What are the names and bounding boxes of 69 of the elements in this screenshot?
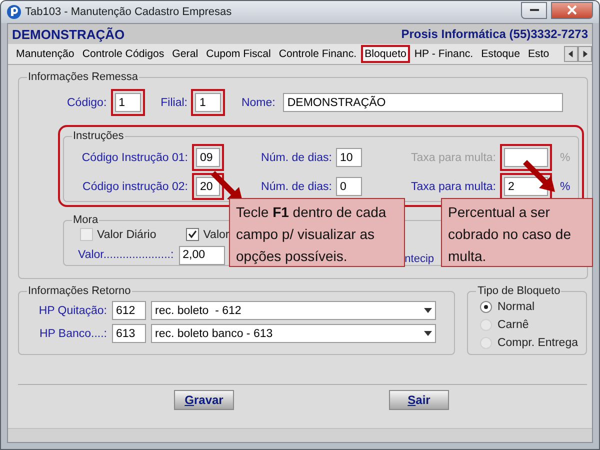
checkbox[interactable]: [80, 228, 93, 241]
unit-label: %: [560, 152, 570, 164]
vendor-info: Prosis Informática (55)3332-7273: [401, 27, 588, 41]
tab[interactable]: Manutenção: [12, 45, 78, 63]
field-label: Taxa para multa:: [410, 152, 496, 164]
dropdown-arrow-icon: [424, 308, 432, 313]
group-title: Tipo de Bloqueto: [476, 285, 562, 297]
tab[interactable]: Estoque: [477, 45, 524, 63]
app-logo-icon: [7, 5, 21, 19]
radio-button[interactable]: [480, 319, 492, 331]
exit-button[interactable]: Sair: [389, 390, 449, 410]
field-label: HP Banco....:: [38, 328, 107, 340]
unit-label: %: [560, 180, 570, 192]
radio-label: Compr. Entrega: [497, 337, 578, 349]
fine-rate-field[interactable]: [504, 148, 548, 167]
radio-label: Normal: [497, 301, 535, 313]
code-field[interactable]: 612: [112, 301, 146, 320]
dropdown-arrow-icon: [424, 331, 432, 336]
tab[interactable]: Cupom Fiscal: [202, 45, 275, 63]
field-label: HP Quitação:: [38, 304, 107, 316]
tab[interactable]: Geral: [168, 45, 202, 63]
scroll-right-icon[interactable]: [578, 46, 592, 62]
field-label: Núm. de dias:: [260, 180, 332, 192]
field-label: ntecip: [404, 253, 434, 265]
close-button[interactable]: [551, 2, 593, 18]
checkbox[interactable]: [186, 228, 200, 241]
radio-button[interactable]: [480, 337, 492, 349]
field-label: Núm. de dias:: [260, 152, 332, 164]
group-title: Informações Remessa: [27, 71, 140, 83]
branch-field[interactable]: 1: [195, 93, 222, 112]
save-button[interactable]: Gravar: [174, 390, 234, 410]
window-title: Tab103 - Manutenção Cadastro Empresas: [25, 6, 233, 18]
field-label: Código:: [67, 96, 107, 108]
tab[interactable]: Controle Financ.: [274, 45, 361, 63]
tab[interactable]: Bloqueto: [360, 45, 410, 63]
field-label: Taxa para multa:: [410, 180, 496, 192]
days-field[interactable]: 10: [336, 148, 362, 167]
field-label: Valor.....................:: [78, 249, 174, 261]
dropdown[interactable]: rec. boleto - 612: [151, 301, 436, 320]
minimize-icon: [530, 8, 538, 12]
days-field[interactable]: 0: [336, 177, 362, 196]
tab[interactable]: Controle Códigos: [78, 45, 168, 63]
field-label: Nome:: [241, 96, 276, 108]
field-label: Código instrução 02:: [82, 180, 188, 192]
scroll-left-icon[interactable]: [564, 46, 578, 62]
callout-note: Tecle F1 dentro de cada campo p/ visualizar as opções possíveis.: [229, 198, 405, 267]
checkbox-label: Valor: [203, 228, 230, 240]
company-name: DEMONSTRAÇÃO: [12, 26, 125, 42]
minimize-button[interactable]: [521, 2, 547, 18]
code-field[interactable]: 613: [112, 324, 146, 343]
code-field[interactable]: 1: [114, 93, 141, 112]
tab[interactable]: Esto: [524, 45, 554, 63]
close-icon: [567, 5, 577, 15]
field-label: Código Instrução 01:: [80, 152, 188, 164]
group-title: Informações Retorno: [27, 285, 132, 297]
instruction-code-field[interactable]: 20: [196, 177, 220, 196]
dropdown[interactable]: rec. boleto banco - 613: [151, 324, 436, 343]
name-field[interactable]: DEMONSTRAÇÃO: [283, 93, 564, 112]
radio-button[interactable]: [480, 301, 492, 313]
group-title: Mora: [72, 214, 100, 226]
pointer-arrow: [521, 158, 557, 194]
instruction-code-field[interactable]: 09: [196, 148, 220, 167]
tab[interactable]: HP - Financ.: [410, 45, 478, 63]
field-label: Filial:: [160, 96, 188, 108]
callout-note: Percentual a ser cobrado no caso de multa.: [441, 198, 593, 267]
value-field[interactable]: 2,00: [178, 246, 225, 264]
checkbox-label: Valor Diário: [97, 228, 156, 240]
group-title: Instruções: [72, 130, 125, 142]
radio-label: Carnê: [497, 319, 529, 331]
